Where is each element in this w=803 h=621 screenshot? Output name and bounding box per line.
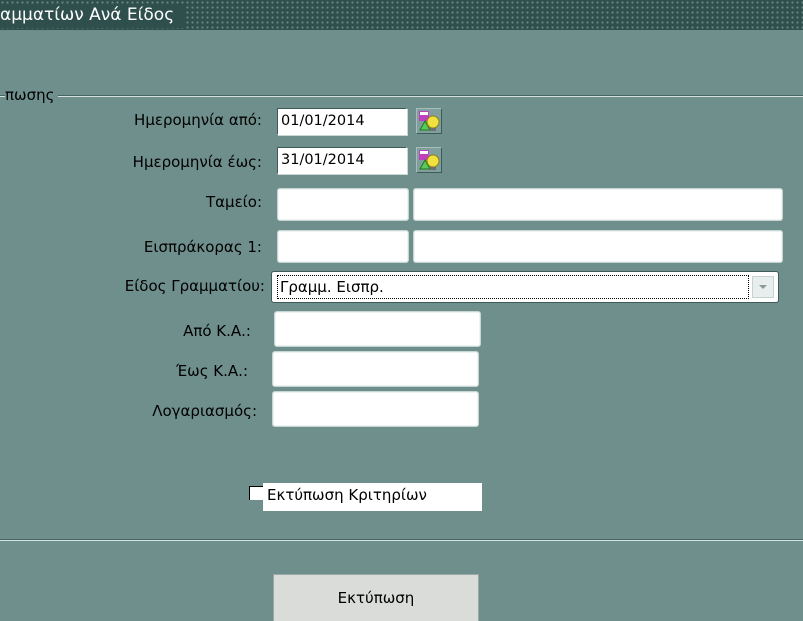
account-label: Λογαριασμός: (152, 402, 257, 420)
date-to-label: Ημερομηνία έως: (132, 153, 262, 171)
date-from-field[interactable]: 01/01/2014 (277, 108, 407, 135)
print-button[interactable]: Εκτύπωση (273, 574, 479, 621)
collector-name-field[interactable] (413, 230, 783, 263)
cashbox-label: Ταμείο: (205, 193, 262, 211)
cashbox-code-field[interactable] (277, 188, 409, 221)
doc-type-select[interactable]: Γραμμ. Εισπρ. (271, 271, 779, 303)
group-divider (0, 95, 803, 97)
collector-label: Εισπράκορας 1: (143, 238, 262, 256)
from-account-label: Από Κ.Α.: (183, 322, 251, 340)
print-criteria-label[interactable]: Εκτύπωση Κριτηρίων (263, 483, 482, 511)
to-account-field[interactable] (272, 351, 479, 387)
from-account-field[interactable] (274, 311, 481, 347)
calendar-lookup-icon (419, 111, 440, 131)
footer-divider (0, 539, 803, 541)
date-to-calendar-button[interactable] (416, 147, 442, 173)
chevron-down-icon (759, 285, 767, 289)
doc-type-label: Είδος Γραμματίου: (124, 277, 265, 295)
group-label: πωσης (5, 86, 59, 104)
cashbox-name-field[interactable] (413, 188, 783, 221)
window-titlebar: αμματίων Ανά Είδος (0, 0, 803, 30)
date-to-field[interactable]: 31/01/2014 (277, 147, 407, 174)
date-from-label: Ημερομηνία από: (134, 111, 262, 129)
date-from-calendar-button[interactable] (416, 108, 442, 134)
print-criteria-checkbox[interactable] (249, 486, 263, 500)
to-account-label: Έως Κ.Α.: (175, 362, 248, 380)
collector-code-field[interactable] (277, 230, 409, 263)
calendar-lookup-icon (419, 150, 440, 170)
window-title: αμματίων Ανά Είδος (0, 4, 187, 28)
account-field[interactable] (272, 391, 479, 427)
doc-type-value: Γραμμ. Εισπρ. (277, 275, 749, 299)
doc-type-dropdown-button[interactable] (752, 276, 774, 298)
